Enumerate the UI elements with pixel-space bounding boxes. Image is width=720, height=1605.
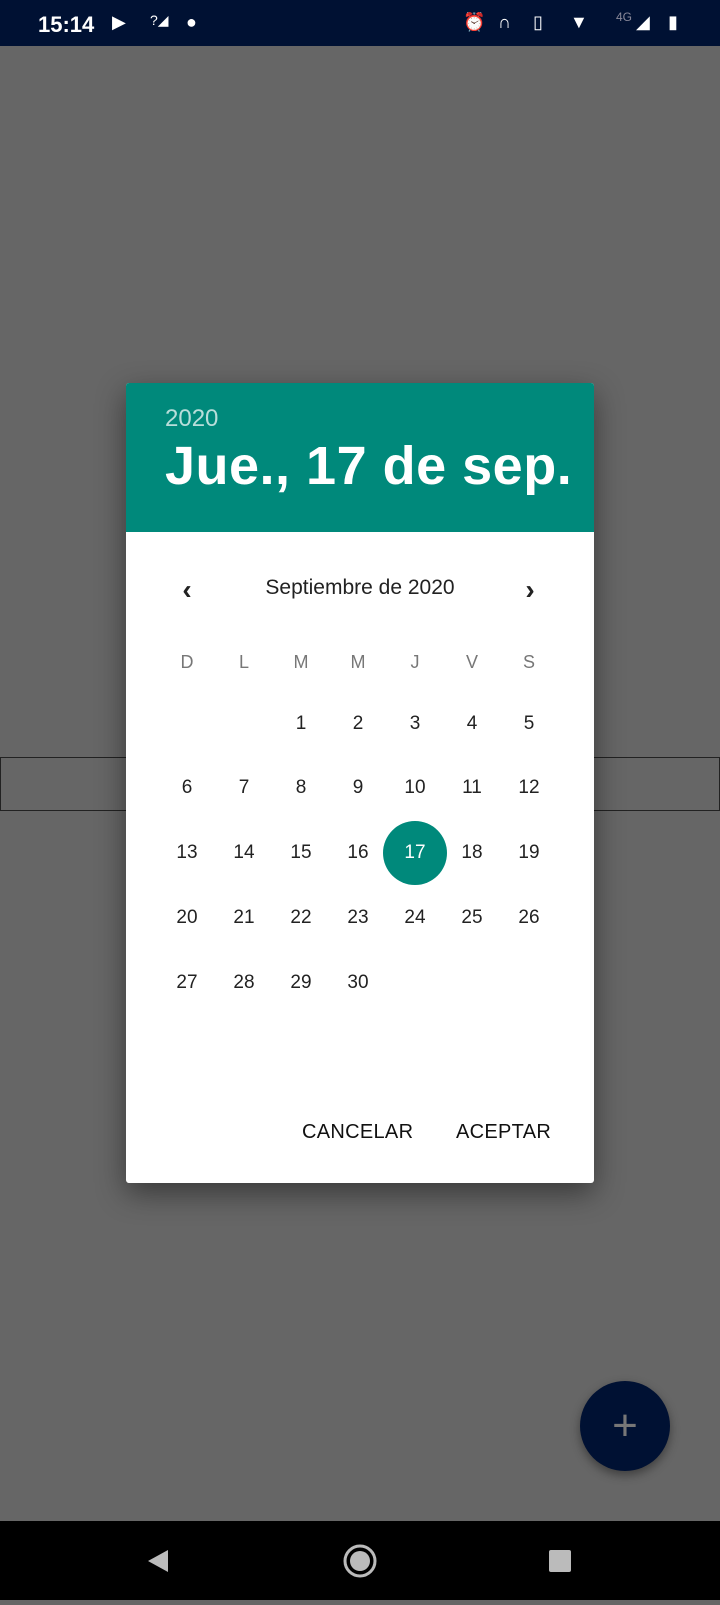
calendar-day[interactable]: 19 <box>501 825 557 881</box>
weekday-label: L <box>238 651 249 672</box>
calendar-day[interactable]: 20 <box>159 890 215 946</box>
status-bar: 15:14 ▶ ?◢ ● ⏰ ∩ ▯ ▼ 4G ◢ ▮ <box>0 0 720 46</box>
calendar-day[interactable]: 25 <box>444 890 500 946</box>
month-navigation: ‹ Septiembre de 2020 › <box>126 574 594 605</box>
calendar-day[interactable]: 21 <box>216 890 272 946</box>
messenger-icon: ● <box>186 12 197 32</box>
next-month-button[interactable]: › <box>515 574 545 606</box>
calendar-day[interactable]: 2 <box>330 696 386 752</box>
add-button[interactable]: + <box>580 1381 670 1471</box>
calendar-day[interactable]: 11 <box>444 760 500 816</box>
calendar-day[interactable]: 27 <box>159 955 215 1011</box>
back-icon[interactable] <box>148 1550 168 1572</box>
weekday-label: M <box>350 651 366 672</box>
calendar-day[interactable]: 23 <box>330 890 386 946</box>
calendar-day[interactable]: 6 <box>159 760 215 816</box>
calendar-day[interactable]: 14 <box>216 825 272 881</box>
calendar-day[interactable]: 1 <box>273 696 329 752</box>
calendar-day[interactable]: 22 <box>273 890 329 946</box>
cancel-button[interactable]: CANCELAR <box>302 1121 413 1144</box>
recents-icon[interactable] <box>549 1550 571 1572</box>
youtube-icon: ▶ <box>112 12 126 32</box>
weekday-label: J <box>410 651 420 672</box>
weekday-label: V <box>465 651 478 672</box>
calendar-day[interactable]: 28 <box>216 955 272 1011</box>
calendar-day[interactable]: 30 <box>330 955 386 1011</box>
weekday-label: M <box>293 651 309 672</box>
headphones-icon: ∩ <box>498 12 511 32</box>
calendar-day[interactable]: 29 <box>273 955 329 1011</box>
accept-button[interactable]: ACEPTAR <box>456 1121 551 1144</box>
network-type: 4G <box>616 10 633 24</box>
calendar-day[interactable]: 9 <box>330 760 386 816</box>
calendar-day[interactable]: 15 <box>273 825 329 881</box>
calendar-day[interactable]: 3 <box>387 696 443 752</box>
wifi-icon: ▼ <box>570 12 588 32</box>
date-picker-dialog: 2020 Jue., 17 de sep. ‹ Septiembre de 20… <box>126 383 594 1183</box>
calendar-day[interactable]: 24 <box>387 890 443 946</box>
calendar-day[interactable]: 18 <box>444 825 500 881</box>
weekday-label: S <box>522 651 535 672</box>
battery-icon: ▮ <box>668 12 678 32</box>
calendar-day[interactable]: 7 <box>216 760 272 816</box>
calendar-day[interactable]: 16 <box>330 825 386 881</box>
plus-icon: + <box>612 1401 638 1450</box>
navigation-bar <box>0 1521 720 1600</box>
date-picker-header: 2020 Jue., 17 de sep. <box>126 383 594 532</box>
selected-date-label: Jue., 17 de sep. <box>165 436 573 496</box>
calendar-day[interactable]: 12 <box>501 760 557 816</box>
calendar-day[interactable]: 10 <box>387 760 443 816</box>
calendar-day[interactable]: 4 <box>444 696 500 752</box>
calendar-day[interactable]: 5 <box>501 696 557 752</box>
cell-signal-icon: ◢ <box>636 12 650 32</box>
alarm-icon: ⏰ <box>463 12 486 32</box>
selected-day[interactable]: 17 <box>383 821 447 885</box>
calendar-day[interactable]: 8 <box>273 760 329 816</box>
vibrate-icon: ▯ <box>533 12 543 32</box>
weekday-label: D <box>180 651 194 672</box>
calendar-day[interactable]: 26 <box>501 890 557 946</box>
calendar-day[interactable]: 13 <box>159 825 215 881</box>
status-time: 15:14 <box>38 12 95 37</box>
signal-unknown-icon: ?◢ <box>150 12 169 28</box>
year-selector[interactable]: 2020 <box>165 405 594 433</box>
